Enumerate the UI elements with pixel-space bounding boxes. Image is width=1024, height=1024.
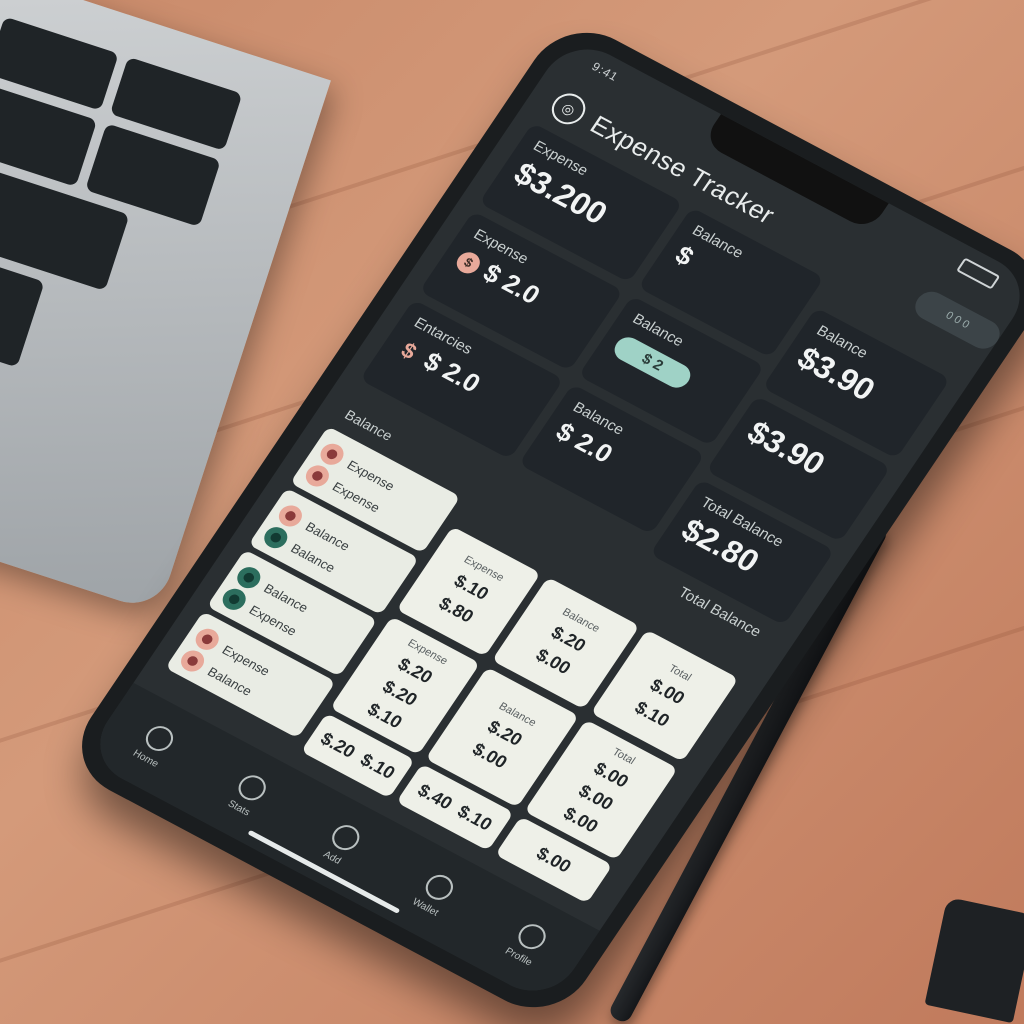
coin-icon: $: [452, 248, 485, 278]
category-dot-icon: [274, 501, 307, 531]
chart-icon: [234, 770, 272, 805]
app-logo-icon[interactable]: ◎: [545, 88, 592, 130]
nav-stats[interactable]: Stats: [209, 763, 286, 827]
amount-column-header: Total: [666, 662, 694, 684]
amount-value: $.40: [414, 779, 457, 813]
amount-value: $.00: [533, 842, 576, 877]
category-dot-icon: [232, 563, 265, 592]
binder-clip: [924, 896, 1024, 1024]
category-dot-icon: [316, 439, 348, 469]
nav-label: Stats: [225, 798, 253, 818]
amount-value: $.10: [356, 749, 400, 783]
add-icon: [327, 820, 365, 855]
amount-value: $.20: [317, 728, 360, 762]
category-dot-icon: [301, 461, 334, 491]
nav-label: Add: [321, 848, 344, 867]
category-dot-icon: [259, 523, 292, 552]
nav-home[interactable]: Home: [116, 713, 193, 777]
nav-wallet[interactable]: Wallet: [396, 862, 473, 926]
desk-background: 9:41 ◎ Expense Tracker 0 0 0 Expense $3.…: [0, 0, 1024, 1024]
category-dot-icon: [218, 584, 251, 614]
category-dot-icon: [191, 625, 224, 654]
status-time: 9:41: [589, 59, 622, 85]
amount-value: $.10: [454, 800, 497, 835]
battery-icon: [956, 257, 1001, 290]
amount-column-header: Total: [610, 745, 638, 767]
wallet-icon: [420, 869, 459, 904]
profile-icon: [513, 919, 552, 954]
nav-profile[interactable]: Profile: [489, 911, 566, 975]
category-dot-icon: [176, 646, 209, 676]
home-icon: [140, 721, 179, 755]
dollar-icon: $: [396, 337, 422, 365]
